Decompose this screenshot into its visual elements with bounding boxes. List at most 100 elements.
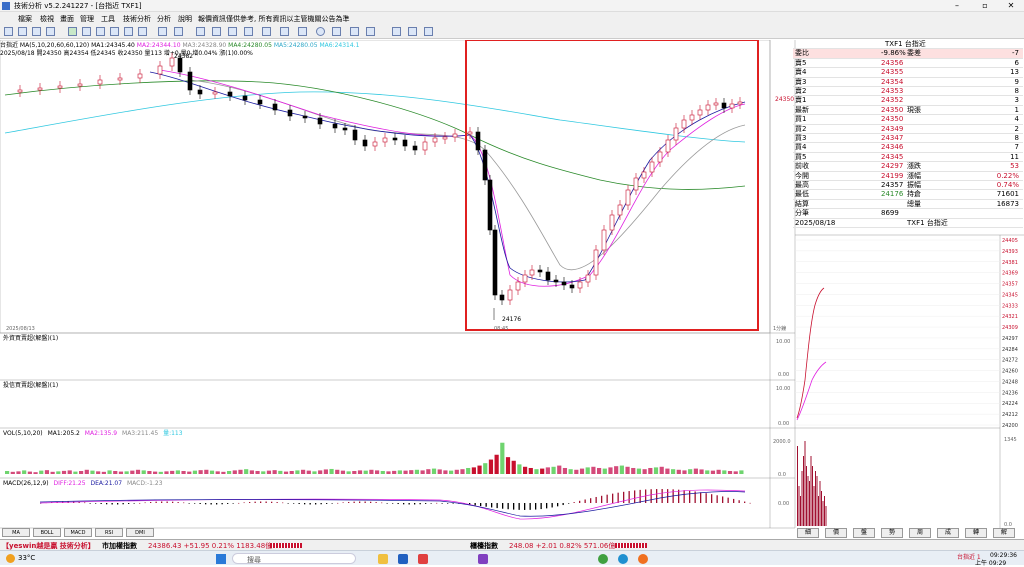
quote-value2: 1 — [1014, 105, 1019, 114]
toolbar-chart-icon[interactable] — [82, 27, 91, 36]
rtab-trade[interactable]: 成 — [937, 528, 959, 538]
menu-help[interactable]: 說明 — [178, 14, 192, 24]
volume-bar — [90, 470, 95, 474]
macd-bar — [617, 492, 619, 503]
menu-view[interactable]: 檢視 — [40, 14, 54, 24]
taskbar-app-firefox-icon[interactable] — [638, 554, 648, 564]
tab-boll[interactable]: BOLL — [33, 528, 61, 537]
toolbar-delete-icon[interactable] — [350, 27, 359, 36]
taskbar-app-edge-icon[interactable] — [618, 554, 628, 564]
macd-bar — [408, 503, 410, 505]
candle-body — [422, 141, 428, 151]
maximize-icon[interactable]: ▫ — [974, 0, 996, 12]
rtab-turn[interactable]: 轉 — [965, 528, 987, 538]
toolbar-save-icon[interactable] — [424, 27, 433, 36]
volume-bar — [204, 469, 209, 474]
macd-bar — [716, 495, 718, 503]
toolbar-pen-icon[interactable] — [392, 27, 401, 36]
status-bar: 【yeswin越是贏 技術分析】 市加權指數 24386.43 +51.95 0… — [0, 539, 1024, 550]
toolbar-text-icon[interactable] — [212, 27, 221, 36]
taskbar-app-store-icon[interactable] — [418, 554, 428, 564]
volume-bar — [659, 466, 664, 474]
toolbar-window-icon[interactable] — [124, 27, 133, 36]
rtab-week[interactable]: 周 — [909, 528, 931, 538]
intraday-volume-bars — [797, 441, 827, 526]
candle-body — [625, 189, 631, 206]
toolbar-quote-icon[interactable] — [46, 27, 55, 36]
taskbar-app-chrome-icon[interactable] — [598, 554, 608, 564]
menu-tools[interactable]: 工具 — [101, 14, 115, 24]
toolbar-new-icon[interactable] — [4, 27, 13, 36]
quote-label2: 漲幅 — [907, 171, 921, 180]
weather-icon[interactable] — [6, 554, 15, 563]
rtab-trend[interactable]: 勢 — [881, 528, 903, 538]
macd-bar — [375, 502, 377, 503]
tab-dmi[interactable]: DMI — [126, 528, 154, 537]
quote-value2: 8 — [1014, 134, 1019, 142]
candle-body — [37, 87, 43, 91]
menu-tech[interactable]: 技術分析 — [123, 14, 151, 24]
toolbar-ellipse-icon[interactable] — [332, 27, 341, 36]
toolbar-layout-icon[interactable] — [110, 27, 119, 36]
candle-body — [197, 89, 203, 95]
toolbar-candle-icon[interactable] — [96, 27, 105, 36]
toolbar-color-icon[interactable] — [68, 27, 77, 36]
toolbar-add-icon[interactable] — [18, 27, 27, 36]
candle-body — [177, 57, 183, 73]
tab-rsi[interactable]: RSI — [95, 528, 123, 537]
toolbar-fib-icon[interactable] — [244, 27, 253, 36]
toolbar-arrow-icon[interactable] — [228, 27, 237, 36]
quote-row: 賣3 24354 9 — [793, 78, 1023, 87]
close-icon[interactable]: ✕ — [1000, 0, 1022, 12]
taskbar-search-box[interactable]: 搜尋 — [232, 553, 356, 564]
toolbar-line-icon[interactable] — [174, 27, 183, 36]
quote-row: 最新 24350 現張 1 — [793, 105, 1023, 116]
minimize-icon[interactable]: – — [946, 0, 968, 12]
intraday-vol-bar — [813, 486, 815, 526]
menu-manage[interactable]: 管理 — [80, 14, 94, 24]
rtab-detail[interactable]: 細 — [797, 528, 819, 538]
menu-analysis[interactable]: 分析 — [157, 14, 171, 24]
toolbar-rect-icon[interactable] — [298, 27, 307, 36]
volume-bar — [608, 467, 613, 474]
taskbar-app-mail-icon[interactable] — [398, 554, 408, 564]
quote-value: 24350 — [881, 115, 904, 124]
volume-bars — [5, 442, 744, 474]
volume-bar — [500, 442, 505, 474]
candle-body — [507, 289, 513, 301]
candle-body — [529, 269, 535, 276]
macd-bar — [414, 503, 416, 505]
macd-bar — [403, 503, 405, 505]
toolbar-erase-icon[interactable] — [408, 27, 417, 36]
toolbar-channel-icon[interactable] — [196, 27, 205, 36]
toolbar-wave-icon[interactable] — [262, 27, 271, 36]
menu-file[interactable]: 檔案 — [18, 14, 32, 24]
app-icon — [2, 2, 10, 10]
menu-screen[interactable]: 畫面 — [60, 14, 74, 24]
toolbar-table-icon[interactable] — [138, 27, 147, 36]
macd-bar — [364, 501, 366, 503]
toolbar-lock-icon[interactable] — [366, 27, 375, 36]
taskbar-app-visual-icon[interactable] — [478, 554, 488, 564]
macd-tick: 0.00 — [778, 501, 789, 507]
volume-bar — [722, 470, 727, 474]
tab-macd[interactable]: MACD — [64, 528, 92, 537]
toolbar-circle-icon[interactable] — [316, 27, 325, 36]
vol-ma2: MA2:135.9 — [85, 430, 117, 437]
toolbar-cursor-icon[interactable] — [158, 27, 167, 36]
toolbar-grid-icon[interactable] — [32, 27, 41, 36]
rtab-solve[interactable]: 解 — [993, 528, 1015, 538]
toolbar-angle-icon[interactable] — [280, 27, 289, 36]
quote-row: 最低 24176 持倉 71601 — [793, 190, 1023, 200]
volume-bar — [602, 468, 607, 474]
vol-current: 量:113 — [163, 430, 183, 437]
rtab-board[interactable]: 盤 — [853, 528, 875, 538]
tab-ma[interactable]: MA — [2, 528, 30, 537]
rtab-price[interactable]: 價 — [825, 528, 847, 538]
start-icon[interactable] — [216, 554, 226, 564]
intraday-vol-bar — [825, 506, 827, 526]
intraday-vol-bar — [807, 476, 809, 526]
quote-value2: 0.22% — [996, 171, 1019, 180]
macd-bar — [733, 498, 735, 503]
taskbar-app-explorer-icon[interactable] — [378, 554, 388, 564]
